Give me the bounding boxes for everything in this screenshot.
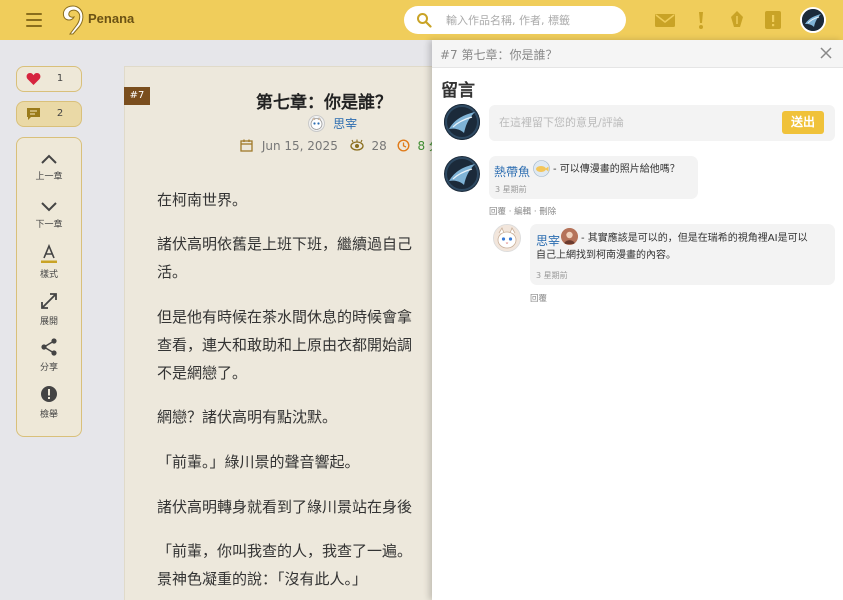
commenter-avatar[interactable]	[444, 156, 480, 192]
comment-text: - 可以傳漫畫的照片給他嗎？	[553, 164, 680, 175]
panel-chapter-title: #7 第七章：你是誰？	[440, 48, 558, 62]
reply-bubble: 思宰 - 其實應該是可以的，但是在瑞希的視角裡AI是可以 自己上網找到柯南漫畫的…	[530, 224, 835, 285]
report-button[interactable]: 檢舉	[17, 384, 81, 420]
chapter-meta: Jun 15, 2025 28 8 分鐘	[240, 137, 453, 153]
comment-time: 3 星期前	[495, 185, 527, 194]
reply-text-line: - 其實應該是可以的，但是在瑞希的視角裡AI是可以	[581, 233, 808, 244]
story-paragraph: 「前輩。」綠川景的聲音響起。	[157, 453, 360, 471]
comment-count: 2	[56, 108, 64, 119]
chevron-down-icon	[41, 202, 57, 212]
reply-actions: 回覆	[530, 292, 547, 304]
reply-link[interactable]: 回覆	[489, 207, 506, 217]
story-paragraph: 諸伏高明轉身就看到了綠川景站在身後	[157, 498, 413, 516]
user-avatar[interactable]	[800, 7, 826, 33]
send-comment-button[interactable]: 送出	[782, 111, 824, 134]
share-icon	[41, 338, 57, 356]
top-navigation-bar: Penana	[0, 0, 843, 40]
comment-bubble: 熱帶魚 - 可以傳漫畫的照片給他嗎？ 3 星期前	[489, 156, 698, 199]
comment-compose-box: 送出	[489, 105, 835, 141]
publish-date: Jun 15, 2025	[261, 138, 338, 153]
mail-icon[interactable]	[654, 10, 676, 30]
reply-author-avatar[interactable]	[493, 224, 521, 252]
pen-write-icon[interactable]	[726, 10, 748, 30]
like-button[interactable]: 1	[16, 66, 82, 92]
logo-text[interactable]: Penana	[88, 11, 134, 26]
expand-button[interactable]: 展開	[17, 291, 81, 327]
comment-icon	[27, 108, 40, 120]
story-paragraph: 查看，連大和敢助和上原由衣都開始調	[157, 336, 413, 354]
next-chapter-label: 下一章	[35, 220, 63, 230]
reply-text-line: 自己上網找到柯南漫畫的內容。	[536, 250, 676, 261]
style-label: 樣式	[39, 270, 58, 280]
search-input[interactable]	[446, 10, 616, 30]
story-paragraph: 「前輩，你叫我查的人，我查了一遍。	[157, 542, 413, 560]
author-avatar-image	[310, 117, 323, 130]
my-avatar[interactable]	[444, 104, 480, 140]
story-paragraph: 網戀？諸伏高明有點沈默。	[157, 408, 338, 426]
comments-heading: 留言	[441, 81, 475, 101]
chevron-up-icon	[41, 154, 57, 164]
portrait-avatar-image	[561, 228, 578, 245]
search-bar	[404, 6, 626, 34]
story-paragraph: 景神色凝重的說：「沒有此人。」	[157, 570, 368, 588]
author-avatar[interactable]	[308, 115, 325, 132]
comments-panel: #7 第七章：你是誰？ 留言 送出 熱帶魚	[432, 40, 843, 600]
comment-input[interactable]	[499, 112, 769, 132]
views-eye-icon	[350, 139, 364, 151]
story-paragraph: 在柯南世界。	[157, 191, 248, 209]
bookmark-alert-icon[interactable]	[762, 10, 784, 30]
story-paragraph: 諸伏高明依舊是上班下班，繼續過自己	[157, 235, 413, 253]
comment-actions: 回覆 · 編輯 · 刪除	[489, 205, 556, 217]
penana-logo-icon[interactable]	[60, 4, 86, 36]
cat-avatar-image	[494, 225, 520, 251]
chapter-title: 第七章：你是誰？	[256, 93, 392, 113]
author-name-link[interactable]: 思宰	[333, 115, 357, 132]
comment-button[interactable]: 2	[16, 101, 82, 127]
story-paragraph: 活。	[157, 263, 188, 281]
style-button[interactable]: 樣式	[17, 244, 81, 280]
chapter-toolbox: 上一章 下一章 樣式 展開 分享 檢舉	[16, 137, 82, 437]
expand-label: 展開	[39, 317, 58, 327]
search-icon[interactable]	[416, 12, 432, 28]
commenter-name-link[interactable]: 熱帶魚	[494, 163, 530, 180]
prev-chapter-label: 上一章	[35, 172, 63, 182]
report-icon	[41, 386, 57, 402]
share-label: 分享	[39, 363, 58, 373]
reply-link[interactable]: 回覆	[530, 294, 547, 304]
prev-chapter-button[interactable]: 上一章	[17, 152, 81, 182]
commenter-mini-avatar	[533, 160, 550, 177]
commenter-avatar-image	[444, 156, 480, 192]
calendar-icon	[240, 139, 253, 152]
like-count: 1	[56, 73, 64, 84]
comments-panel-header: #7 第七章：你是誰？	[432, 40, 843, 68]
report-label: 檢舉	[39, 410, 58, 420]
view-count: 28	[371, 138, 387, 153]
author-row[interactable]: 思宰	[308, 113, 357, 132]
clock-icon	[397, 139, 410, 152]
chapter-number-badge: #7	[124, 87, 150, 105]
expand-icon	[41, 293, 57, 309]
my-avatar-image	[444, 104, 480, 140]
fish-avatar-image	[533, 160, 550, 177]
user-avatar-image	[802, 9, 824, 31]
heart-icon	[26, 73, 41, 85]
close-icon[interactable]	[820, 47, 832, 59]
delete-link[interactable]: 刪除	[539, 207, 556, 217]
reply-author-name-link[interactable]: 思宰	[536, 232, 560, 249]
notification-icon[interactable]	[690, 10, 712, 30]
reply-author-mini-avatar	[561, 228, 578, 245]
reply-time: 3 星期前	[536, 271, 568, 280]
story-paragraph: 但是他有時候在茶水間休息的時候會拿	[157, 308, 413, 326]
story-paragraph: 不是網戀了。	[157, 364, 248, 382]
text-style-icon	[41, 244, 57, 263]
hamburger-menu-icon[interactable]	[26, 13, 42, 27]
share-button[interactable]: 分享	[17, 337, 81, 373]
next-chapter-button[interactable]: 下一章	[17, 200, 81, 230]
edit-link[interactable]: 編輯	[514, 207, 531, 217]
